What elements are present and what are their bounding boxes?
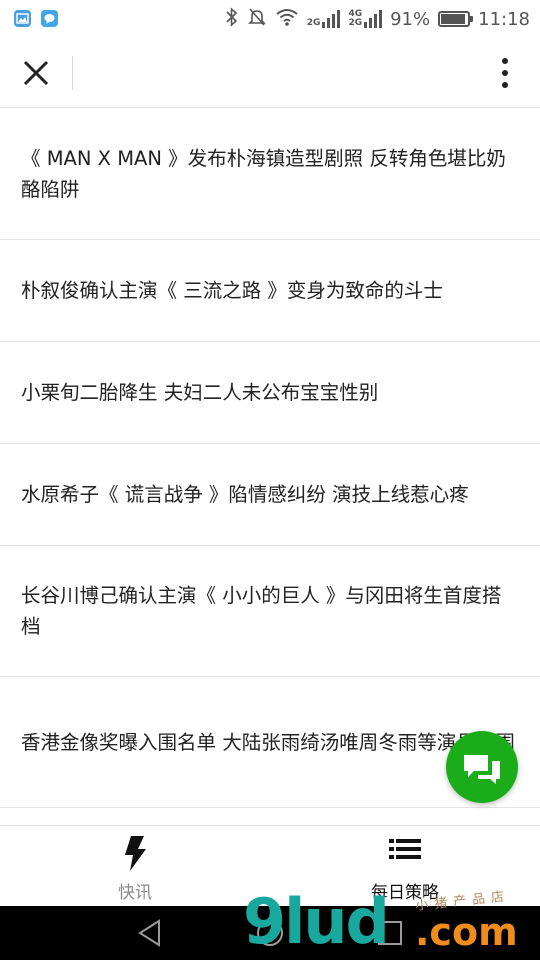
news-item[interactable]: 《 MAN X MAN 》发布朴海镇造型剧照 反转角色堪比奶酪陷阱 [0, 109, 540, 240]
back-triangle-icon [138, 919, 160, 947]
wifi-icon [275, 7, 299, 32]
signal-bars-1 [322, 10, 341, 28]
news-item[interactable]: 水原希子《 谎言战争 》陷情感纠纷 演技上线惹心疼 [0, 444, 540, 546]
recents-button[interactable] [375, 918, 405, 948]
news-title: 朴叙俊确认主演《 三流之路 》变身为致命的斗士 [21, 279, 443, 302]
tab-label: 每日策略 [371, 883, 439, 903]
signal-bars-2 [364, 10, 383, 28]
news-title: 《 MAN X MAN 》发布朴海镇造型剧照 反转角色堪比奶酪陷阱 [21, 147, 506, 201]
chat-fab-button[interactable] [446, 731, 518, 803]
notification-icons [14, 10, 58, 27]
back-button[interactable] [135, 918, 165, 948]
clock: 11:18 [478, 8, 530, 30]
news-list: 《 MAN X MAN 》发布朴海镇造型剧照 反转角色堪比奶酪陷阱 朴叙俊确认主… [0, 109, 540, 808]
recents-square-icon [378, 921, 402, 945]
news-title: 香港金像奖曝入围名单 大陆张雨绮汤唯周冬雨等演员入围 [21, 730, 515, 754]
system-navigation-bar [0, 906, 540, 960]
battery-percent: 91% [390, 8, 431, 30]
bottom-tab-bar: 快讯 每日策略 [0, 825, 540, 906]
lightning-icon [122, 834, 148, 876]
bluetooth-icon [225, 6, 239, 32]
news-title: 小栗旬二胎降生 夫妇二人未公布宝宝性别 [21, 381, 379, 404]
close-button[interactable] [18, 55, 54, 91]
home-circle-icon [257, 920, 283, 946]
close-icon [23, 60, 49, 86]
system-status: 2G 4G 2G 91% 11:18 [225, 6, 530, 32]
top-bar [0, 38, 540, 108]
status-bar: 2G 4G 2G 91% 11:18 [0, 0, 540, 38]
list-icon [387, 834, 423, 868]
chat-bubbles-icon [464, 755, 500, 784]
header-divider [72, 56, 73, 90]
network-label-2g: 2G [306, 18, 321, 28]
network-label-2g-second: 2G [348, 18, 363, 28]
news-item[interactable]: 长谷川博己确认主演《 小小的巨人 》与冈田将生首度搭档 [0, 546, 540, 677]
mute-icon [247, 7, 267, 32]
news-title: 长谷川博己确认主演《 小小的巨人 》与冈田将生首度搭档 [21, 584, 502, 638]
more-menu-button[interactable] [490, 54, 520, 92]
more-vertical-icon [502, 58, 508, 88]
gallery-notification-icon [14, 10, 31, 27]
signal-2g: 2G [307, 10, 341, 28]
home-button[interactable] [255, 918, 285, 948]
news-item[interactable]: 朴叙俊确认主演《 三流之路 》变身为致命的斗士 [0, 240, 540, 342]
tab-label: 快讯 [118, 883, 152, 903]
tab-daily-strategy[interactable]: 每日策略 [270, 826, 540, 907]
signal-4g: 4G 2G [348, 10, 383, 28]
news-item[interactable]: 小栗旬二胎降生 夫妇二人未公布宝宝性别 [0, 342, 540, 444]
message-notification-icon [41, 10, 58, 27]
tab-flash-news[interactable]: 快讯 [0, 826, 270, 907]
battery-icon [438, 11, 474, 27]
news-title: 水原希子《 谎言战争 》陷情感纠纷 演技上线惹心疼 [21, 483, 469, 506]
battery-fill [441, 14, 465, 24]
